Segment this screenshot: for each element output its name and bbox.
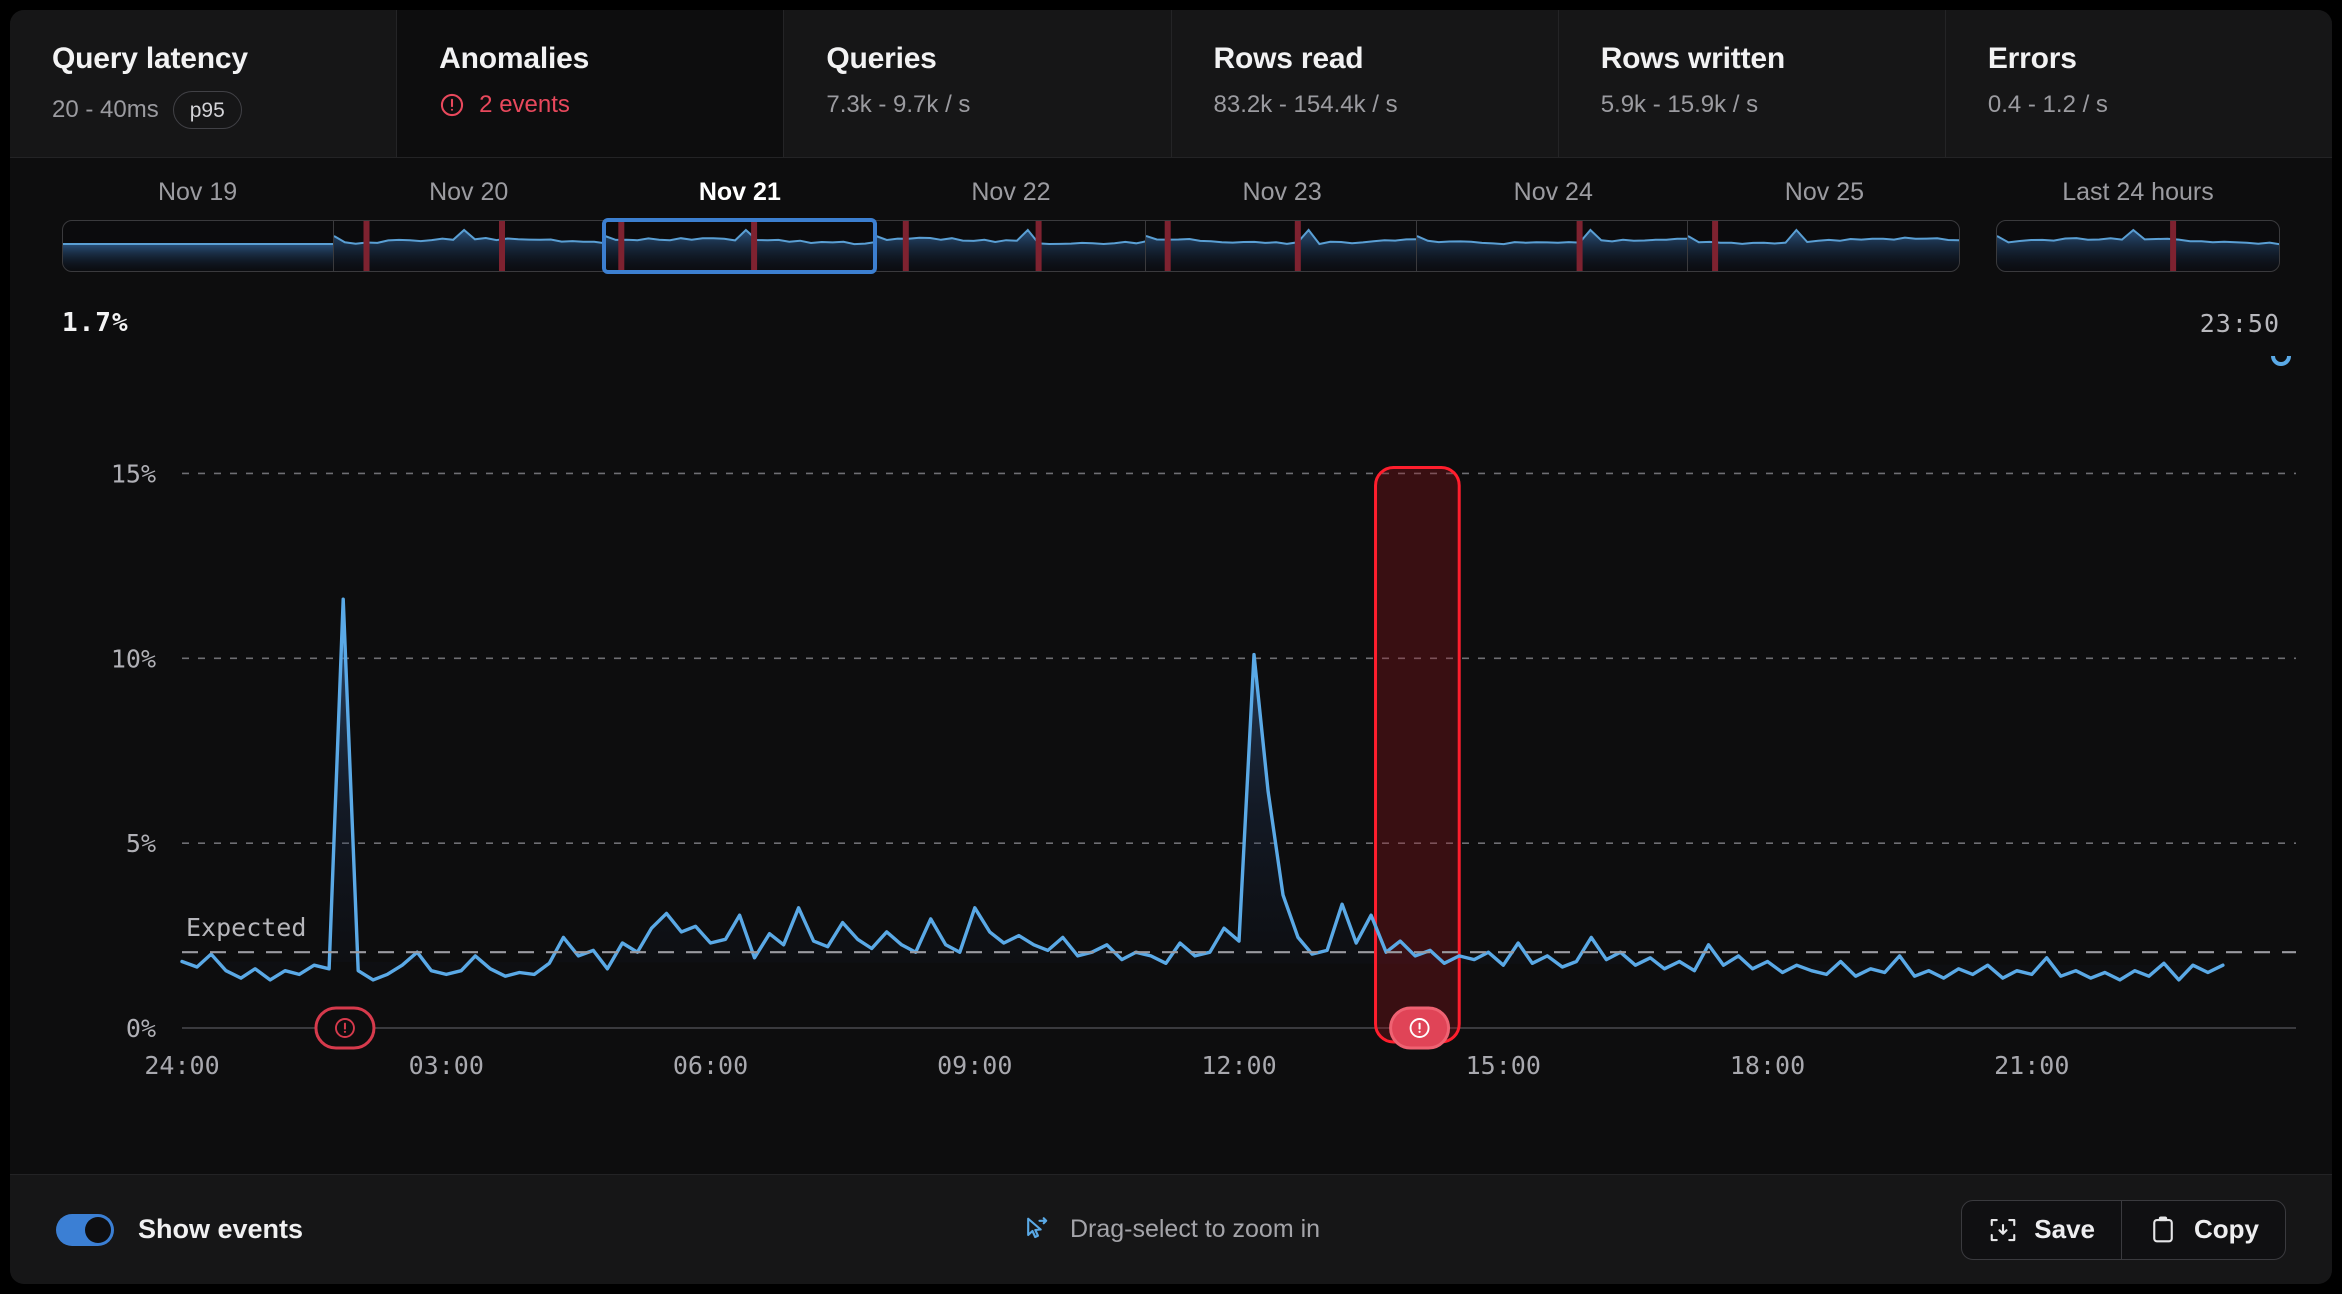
day-sparkline-nov-24[interactable]	[1417, 221, 1688, 271]
day-sparkline-nov-19[interactable]	[63, 221, 334, 271]
clipboard-icon	[2148, 1215, 2178, 1245]
day-label-nov-20[interactable]: Nov 20	[333, 178, 604, 207]
day-label-row: Nov 19Nov 20Nov 21Nov 22Nov 23Nov 24Nov …	[62, 178, 2280, 207]
x-axis-tick-label: 09:00	[937, 1051, 1012, 1080]
metric-tab-rows-written[interactable]: Rows written 5.9k - 15.9k / s	[1559, 10, 1946, 157]
toggle-knob	[85, 1217, 111, 1243]
metric-tab-subtitle: 2 events	[439, 91, 783, 119]
last-24-hours-sparkline-cell[interactable]	[1997, 221, 2279, 271]
drag-select-hint-text: Drag-select to zoom in	[1070, 1215, 1320, 1244]
metric-tab-subtitle: 20 - 40ms p95	[52, 91, 396, 129]
alert-circle-icon	[439, 92, 465, 118]
metric-tab-subtitle: 5.9k - 15.9k / s	[1601, 91, 1945, 119]
show-events-label: Show events	[138, 1214, 303, 1245]
metric-tab-value: 20 - 40ms	[52, 96, 159, 124]
metric-tab-value: 0.4 - 1.2 / s	[1988, 91, 2108, 119]
drag-select-hint: Drag-select to zoom in	[1022, 1215, 1320, 1245]
analytics-panel: Query latency 20 - 40ms p95 Anomalies 2 even…	[10, 10, 2332, 1284]
y-axis-tick-label: 5%	[126, 829, 156, 858]
anomalies-chart[interactable]: 0% 5% 10% 15% 24:00 03:00 06:00 09:00 12:00 15:00…	[10, 356, 2332, 1174]
x-axis-tick-label: 12:00	[1201, 1051, 1276, 1080]
metric-tab-title: Rows read	[1214, 42, 1558, 75]
metric-tab-title: Anomalies	[439, 42, 783, 75]
metric-tab-value: 2 events	[479, 91, 570, 119]
metric-tab-subtitle: 7.3k - 9.7k / s	[826, 91, 1170, 119]
chart-line-series	[182, 599, 2223, 980]
toggle-track[interactable]	[56, 1214, 114, 1246]
day-navigator: Nov 19Nov 20Nov 21Nov 22Nov 23Nov 24Nov …	[10, 158, 2332, 290]
day-sparkline-nov-25[interactable]	[1688, 221, 1959, 271]
chart-actions: Save Copy	[1961, 1200, 2286, 1260]
save-button[interactable]: Save	[1962, 1201, 2122, 1259]
metric-tab-query-latency[interactable]: Query latency 20 - 40ms p95	[10, 10, 397, 157]
cursor-arrow-icon	[1022, 1215, 1052, 1245]
metric-tab-rows-read[interactable]: Rows read 83.2k - 154.4k / s	[1172, 10, 1559, 157]
x-axis-tick-label: 06:00	[673, 1051, 748, 1080]
expected-baseline-label: Expected	[186, 913, 306, 942]
day-label-spacer	[1960, 178, 1996, 207]
metric-tab-badge: p95	[173, 91, 242, 129]
day-sparkline-nov-23[interactable]	[1146, 221, 1417, 271]
day-label-last-24-hours[interactable]: Last 24 hours	[1996, 178, 2280, 207]
metric-tab-errors[interactable]: Errors 0.4 - 1.2 / s	[1946, 10, 2332, 157]
chart-canvas[interactable]: 0% 5% 10% 15% 24:00 03:00 06:00 09:00 12:00 15:00…	[10, 356, 2332, 1146]
x-axis-tick-label: 03:00	[409, 1051, 484, 1080]
last-24-hours-sparkline[interactable]	[1996, 220, 2280, 272]
day-label-nov-23[interactable]: Nov 23	[1147, 178, 1418, 207]
event-marker-2[interactable]	[1391, 1008, 1449, 1048]
series-end-marker	[2273, 356, 2289, 364]
y-axis-tick-label: 15%	[111, 459, 156, 488]
day-label-nov-21[interactable]: Nov 21	[604, 178, 875, 207]
day-label-nov-19[interactable]: Nov 19	[62, 178, 333, 207]
metric-tab-value: 83.2k - 154.4k / s	[1214, 91, 1398, 119]
show-events-toggle[interactable]: Show events	[56, 1214, 303, 1246]
save-button-label: Save	[2034, 1214, 2095, 1245]
chart-header: 1.7% 23:50	[10, 290, 2332, 356]
day-sparkline-nov-22[interactable]	[876, 221, 1147, 271]
cursor-value: 1.7%	[62, 308, 129, 338]
metric-tab-value: 5.9k - 15.9k / s	[1601, 91, 1758, 119]
day-label-nov-25[interactable]: Nov 25	[1689, 178, 1960, 207]
cursor-time: 23:50	[2200, 309, 2280, 338]
copy-button-label: Copy	[2194, 1214, 2259, 1245]
chart-area-fill	[182, 599, 2223, 980]
day-label-nov-24[interactable]: Nov 24	[1418, 178, 1689, 207]
day-sparkline-row	[62, 220, 2280, 272]
metric-tabbar: Query latency 20 - 40ms p95 Anomalies 2 even…	[10, 10, 2332, 158]
y-axis-tick-label: 0%	[126, 1014, 156, 1043]
chart-footer-toolbar: Show events Drag-select to zoom in Sa	[10, 1174, 2332, 1284]
copy-button[interactable]: Copy	[2122, 1201, 2285, 1259]
metric-tab-title: Queries	[826, 42, 1170, 75]
day-label-nov-22[interactable]: Nov 22	[875, 178, 1146, 207]
metric-tab-title: Query latency	[52, 42, 396, 75]
metric-tab-title: Rows written	[1601, 42, 1945, 75]
x-axis-tick-label: 24:00	[144, 1051, 219, 1080]
sparkline-spacer	[1960, 220, 1996, 272]
x-axis-tick-label: 18:00	[1730, 1051, 1805, 1080]
metric-tab-title: Errors	[1988, 42, 2332, 75]
metric-tab-subtitle: 0.4 - 1.2 / s	[1988, 91, 2332, 119]
day-sparkline-nov-21[interactable]	[605, 221, 876, 271]
save-icon	[1988, 1215, 2018, 1245]
x-axis-tick-label: 15:00	[1466, 1051, 1541, 1080]
metric-tab-value: 7.3k - 9.7k / s	[826, 91, 970, 119]
y-axis-tick-label: 10%	[111, 644, 156, 673]
day-sparkline-group	[62, 220, 1960, 272]
metric-tab-subtitle: 83.2k - 154.4k / s	[1214, 91, 1558, 119]
metric-tab-queries[interactable]: Queries 7.3k - 9.7k / s	[784, 10, 1171, 157]
day-sparkline-nov-20[interactable]	[334, 221, 605, 271]
metric-tab-anomalies[interactable]: Anomalies 2 events	[397, 10, 784, 157]
event-marker-1[interactable]	[316, 1008, 374, 1048]
x-axis-tick-label: 21:00	[1994, 1051, 2069, 1080]
